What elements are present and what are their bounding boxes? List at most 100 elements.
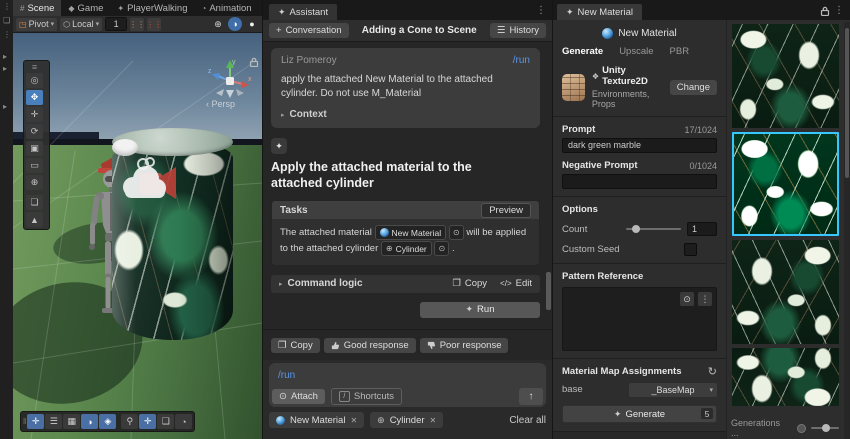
hand-tool-button[interactable]: ✥ [26,90,43,105]
scrollbar-thumb[interactable] [546,272,551,310]
thumbnail-size-slider[interactable] [811,427,839,429]
gizmos-button[interactable]: ✛ [139,414,156,429]
kebab-icon[interactable]: ⋮ [536,5,546,16]
attach-button[interactable]: ⊙ Attach [272,389,325,404]
custom-seed-checkbox[interactable] [684,243,697,256]
rect-tool-button[interactable]: ▭ [26,158,43,173]
negative-prompt-field[interactable] [562,174,717,189]
kebab-icon[interactable]: ⋮ [3,2,11,11]
material-chip[interactable]: New Material [375,225,447,240]
lock-icon[interactable] [820,6,830,16]
view-tool-button[interactable]: ◎ [26,73,43,88]
shortcuts-button[interactable]: / Shortcuts [331,388,402,405]
refresh-icon[interactable]: ↻ [708,365,717,378]
change-model-button[interactable]: Change [670,80,717,95]
slider-thumb[interactable] [822,424,830,432]
base-map-dropdown[interactable]: _BaseMap ▾ [629,383,717,397]
context-expander[interactable]: ▸ Context [281,109,530,120]
send-button[interactable]: ↑ [519,388,543,405]
effects-button[interactable]: ◈ [99,414,116,429]
kebab-icon[interactable]: ⋮ [3,30,11,39]
generation-thumbnail[interactable] [732,348,839,406]
pattern-pick-button[interactable]: ⊙ [680,292,694,306]
scene-viewport[interactable]: ≡ ◎ ✥ ✛ ⟳ ▣ ▭ ⊕ ❏ ▲ ‖ ✛ ☰ ▦ ◑ ◈ ⚲ ✛ ❑ ◔ [13,33,262,439]
ping-material-button[interactable]: ⊙ [449,225,464,240]
lighting-button[interactable]: ◑ [81,414,98,429]
clear-all-button[interactable]: Clear all [509,415,546,426]
pivot-dropdown[interactable]: ◳ Pivot ▾ [16,18,57,31]
snap-grid-button[interactable]: ⋮⋮ [147,18,161,31]
generation-thumbnail-selected[interactable] [732,132,839,236]
pattern-reference-dropzone[interactable]: ⊙ ⋮ [562,287,717,351]
attachment-material-chip[interactable]: New Material ✕ [269,412,364,428]
poor-response-button[interactable]: Poor response [420,338,509,353]
kebab-icon[interactable]: ⋮ [834,5,844,16]
tab-new-material[interactable]: ✦ New Material [557,4,642,20]
attachment-cylinder-chip[interactable]: ⊕ Cylinder ✕ [370,412,443,428]
overlay-drag-handle[interactable]: ≡ [26,63,43,71]
panel-icon[interactable]: ❏ [3,16,10,25]
snap-increment-button[interactable]: ⋮⋮ [130,18,144,31]
tab-pbr[interactable]: PBR [670,46,690,57]
slider-thumb[interactable] [632,225,640,233]
command-logic-expander[interactable]: ▸ Command logic ❐ Copy </> Edit [271,275,540,293]
copy-response-button[interactable]: ❐ Copy [271,338,320,353]
generations-scrollbar[interactable] [844,22,850,439]
tab-playerwalking[interactable]: ✦ PlayerWalking [110,0,194,16]
generations-list[interactable]: Generations ... [727,20,843,439]
generate-button[interactable]: ✦ Generate 5 [562,405,717,423]
edit-code-button[interactable]: </> Edit [500,278,532,289]
view-lock-icon[interactable] [249,57,259,67]
custom-tool-button[interactable]: ❏ [26,195,43,210]
preview-button[interactable]: Preview [481,203,531,218]
tab-upscale[interactable]: Upscale [619,46,653,57]
tab-assistant[interactable]: ✦ Assistant [269,4,337,20]
search-button[interactable]: ⚲ [121,414,138,429]
cylinder-chip[interactable]: ⊕Cylinder [381,241,432,256]
generation-thumbnail[interactable] [732,240,839,344]
ping-cylinder-button[interactable]: ⊙ [434,241,449,256]
rotate-tool-button[interactable]: ⟳ [26,124,43,139]
transform-tool-button[interactable]: ⊕ [26,175,43,190]
pattern-menu-button[interactable]: ⋮ [698,292,712,306]
compass-button[interactable]: ◔ [175,414,192,429]
projection-label[interactable]: ‹ Persp [206,99,235,109]
overlay-drag-handle[interactable]: ‖ [23,417,26,426]
remove-icon[interactable]: ✕ [350,416,357,425]
scene-settings-button[interactable]: ☰ [45,414,62,429]
camera-gizmo-icon[interactable] [116,155,180,215]
grid-snap-button[interactable]: ▦ [63,414,80,429]
remove-icon[interactable]: ✕ [430,416,437,425]
conversation-area[interactable]: Liz Pomeroy /run apply the attached New … [263,42,552,360]
prompt-input-value[interactable]: /run [278,370,295,381]
orientation-gizmo[interactable]: y x z [206,55,254,101]
local-dropdown[interactable]: ⬡ Local ▾ [60,18,102,31]
terrain-tool-button[interactable]: ▲ [26,212,43,227]
scene-audio-button[interactable]: ● [245,17,259,31]
generation-thumbnail[interactable] [732,24,839,128]
history-button[interactable]: ☰ History [490,23,546,38]
expand-arrow-icon[interactable]: ▸ [3,64,7,73]
tab-generate[interactable]: Generate [562,46,603,57]
scene-lighting-button[interactable]: ◑ [228,17,242,31]
grid-size-field[interactable]: 1 [105,17,127,31]
good-response-button[interactable]: Good response [324,338,416,353]
count-value-field[interactable]: 1 [687,222,717,236]
scrollbar-thumb[interactable] [845,28,849,178]
scale-tool-button[interactable]: ▣ [26,141,43,156]
run-button[interactable]: ✦ Run [420,302,540,318]
prompt-field[interactable]: dark green marble [562,138,717,153]
copy-code-button[interactable]: ❐ Copy [452,278,487,289]
cameras-button[interactable]: ❑ [157,414,174,429]
move-gizmo-button[interactable]: ✛ [27,414,44,429]
new-conversation-button[interactable]: + Conversation [269,23,349,38]
grid-visibility-button[interactable]: ⊕ [211,17,225,31]
tab-animation[interactable]: ◔ Animation [195,0,259,16]
tab-scene[interactable]: # Scene [13,0,61,16]
move-tool-button[interactable]: ✛ [26,107,43,122]
tab-game[interactable]: ◆ Game [61,0,110,16]
expand-arrow-icon[interactable]: ▸ [3,102,7,111]
expand-arrow-icon[interactable]: ▸ [3,52,7,61]
capsule-gizmo[interactable] [112,139,138,156]
conversation-scrollbar[interactable] [546,46,551,356]
